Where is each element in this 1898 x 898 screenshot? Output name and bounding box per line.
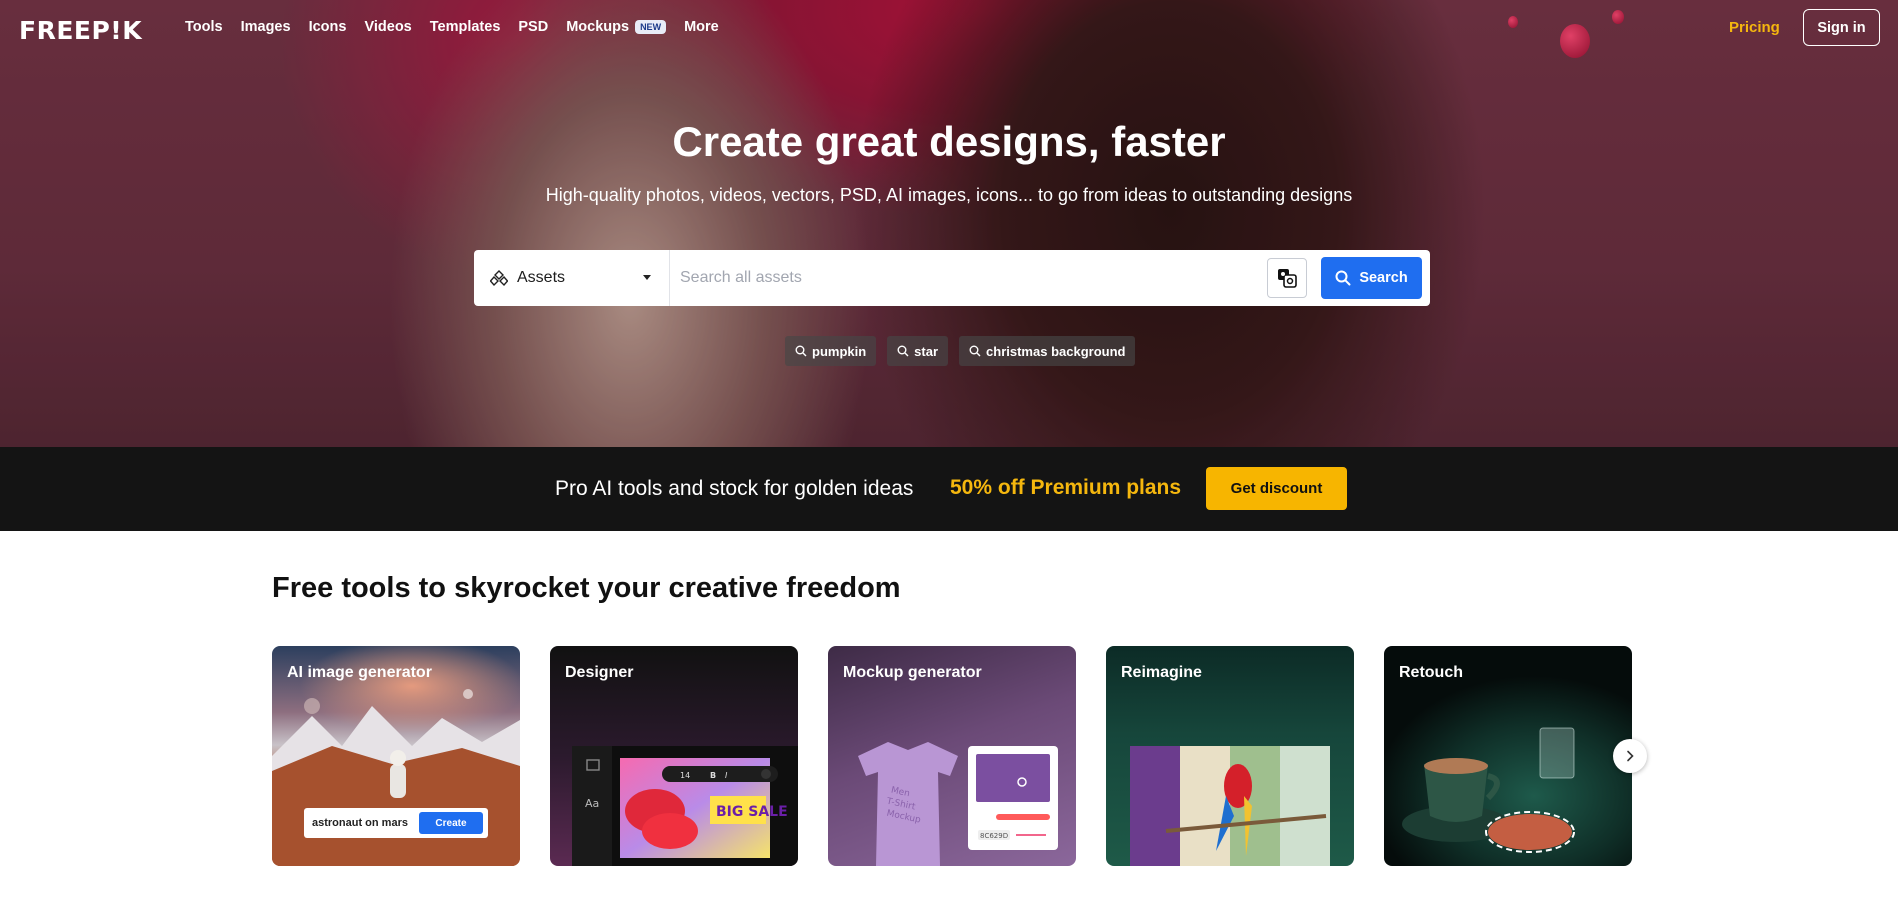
chevron-right-icon	[1627, 750, 1634, 762]
new-badge: NEW	[635, 20, 667, 34]
tag-pumpkin[interactable]: pumpkin	[785, 336, 877, 366]
nav-link-tools[interactable]: Tools	[185, 19, 223, 35]
tag-label: pumpkin	[812, 343, 867, 359]
search-input[interactable]	[670, 250, 1267, 306]
search-icon	[897, 345, 909, 357]
create-button: Create	[419, 812, 483, 834]
pricing-link[interactable]: Pricing	[1729, 19, 1780, 36]
card-title: Designer	[565, 664, 634, 681]
nav-link-mockups-label: Mockups	[566, 19, 630, 35]
nav-link-more[interactable]: More	[684, 19, 719, 35]
search-button-label: Search	[1359, 270, 1408, 286]
freepik-logo[interactable]: FREEP!K	[19, 16, 142, 45]
card-title: Retouch	[1399, 664, 1463, 681]
search-button[interactable]: Search	[1321, 257, 1422, 299]
nav-link-videos[interactable]: Videos	[364, 19, 411, 35]
svg-text:8C629D: 8C629D	[980, 832, 1008, 840]
asset-type-label: Assets	[517, 269, 566, 286]
promo-highlight: 50% off Premium plans	[950, 476, 1182, 499]
image-search-button[interactable]	[1267, 258, 1307, 298]
tool-card-mockup-generator[interactable]: Mockup generator Men T-Shirt Mockup 8C62…	[828, 646, 1076, 866]
tool-card-reimagine[interactable]: Reimagine	[1106, 646, 1354, 866]
card-title: Reimagine	[1121, 664, 1202, 681]
nav-link-psd[interactable]: PSD	[518, 19, 548, 35]
nav-link-mockups[interactable]: Mockups NEW	[566, 19, 667, 35]
tag-christmas-background[interactable]: christmas background	[959, 336, 1136, 366]
tool-card-retouch[interactable]: Retouch	[1384, 646, 1632, 866]
chevron-down-icon	[643, 275, 651, 280]
tool-card-designer[interactable]: Designer Aa BIG SALE 14 B I	[550, 646, 798, 866]
svg-text:B: B	[710, 771, 716, 780]
card-title: Mockup generator	[843, 664, 982, 681]
promo-banner: Pro AI tools and stock for golden ideas …	[0, 447, 1898, 531]
tag-star[interactable]: star	[887, 336, 949, 366]
tag-label: star	[914, 343, 939, 359]
search-icon	[1335, 270, 1351, 286]
get-discount-button[interactable]: Get discount	[1206, 467, 1347, 510]
top-navigation: FREEP!K Tools Images Icons Videos Templa…	[0, 0, 1898, 56]
search-icon	[795, 345, 807, 357]
image-search-icon	[1278, 269, 1297, 288]
tag-label: christmas background	[986, 343, 1126, 359]
card-title: AI image generator	[287, 664, 432, 681]
tool-card-ai-image-generator[interactable]: AI image generator astronaut on mars Cre…	[272, 646, 520, 866]
hero-title: Create great designs, faster	[672, 118, 1226, 165]
svg-text:Aa: Aa	[585, 797, 599, 810]
prompt-text: astronaut on mars	[312, 817, 408, 829]
search-bar: Assets Search	[474, 250, 1430, 306]
carousel-next-button[interactable]	[1613, 739, 1647, 773]
prompt-box: astronaut on mars Create	[304, 808, 488, 838]
tools-section-title: Free tools to skyrocket your creative fr…	[272, 572, 901, 604]
nav-link-icons[interactable]: Icons	[309, 19, 347, 35]
svg-text:14: 14	[680, 771, 690, 780]
asset-type-dropdown[interactable]: Assets	[474, 250, 670, 306]
assets-icon	[490, 270, 508, 287]
search-icon	[969, 345, 981, 357]
nav-link-images[interactable]: Images	[241, 19, 291, 35]
promo-text: Pro AI tools and stock for golden ideas	[555, 477, 914, 500]
nav-links: Tools Images Icons Videos Templates PSD …	[185, 19, 737, 35]
nav-link-templates[interactable]: Templates	[430, 19, 501, 35]
hero-section	[0, 0, 1898, 447]
svg-text:BIG SALE: BIG SALE	[716, 804, 788, 820]
sign-in-button[interactable]: Sign in	[1803, 9, 1880, 46]
suggested-tags: pumpkin star christmas background	[785, 336, 1136, 366]
hero-subtitle: High-quality photos, videos, vectors, PS…	[545, 185, 1353, 205]
